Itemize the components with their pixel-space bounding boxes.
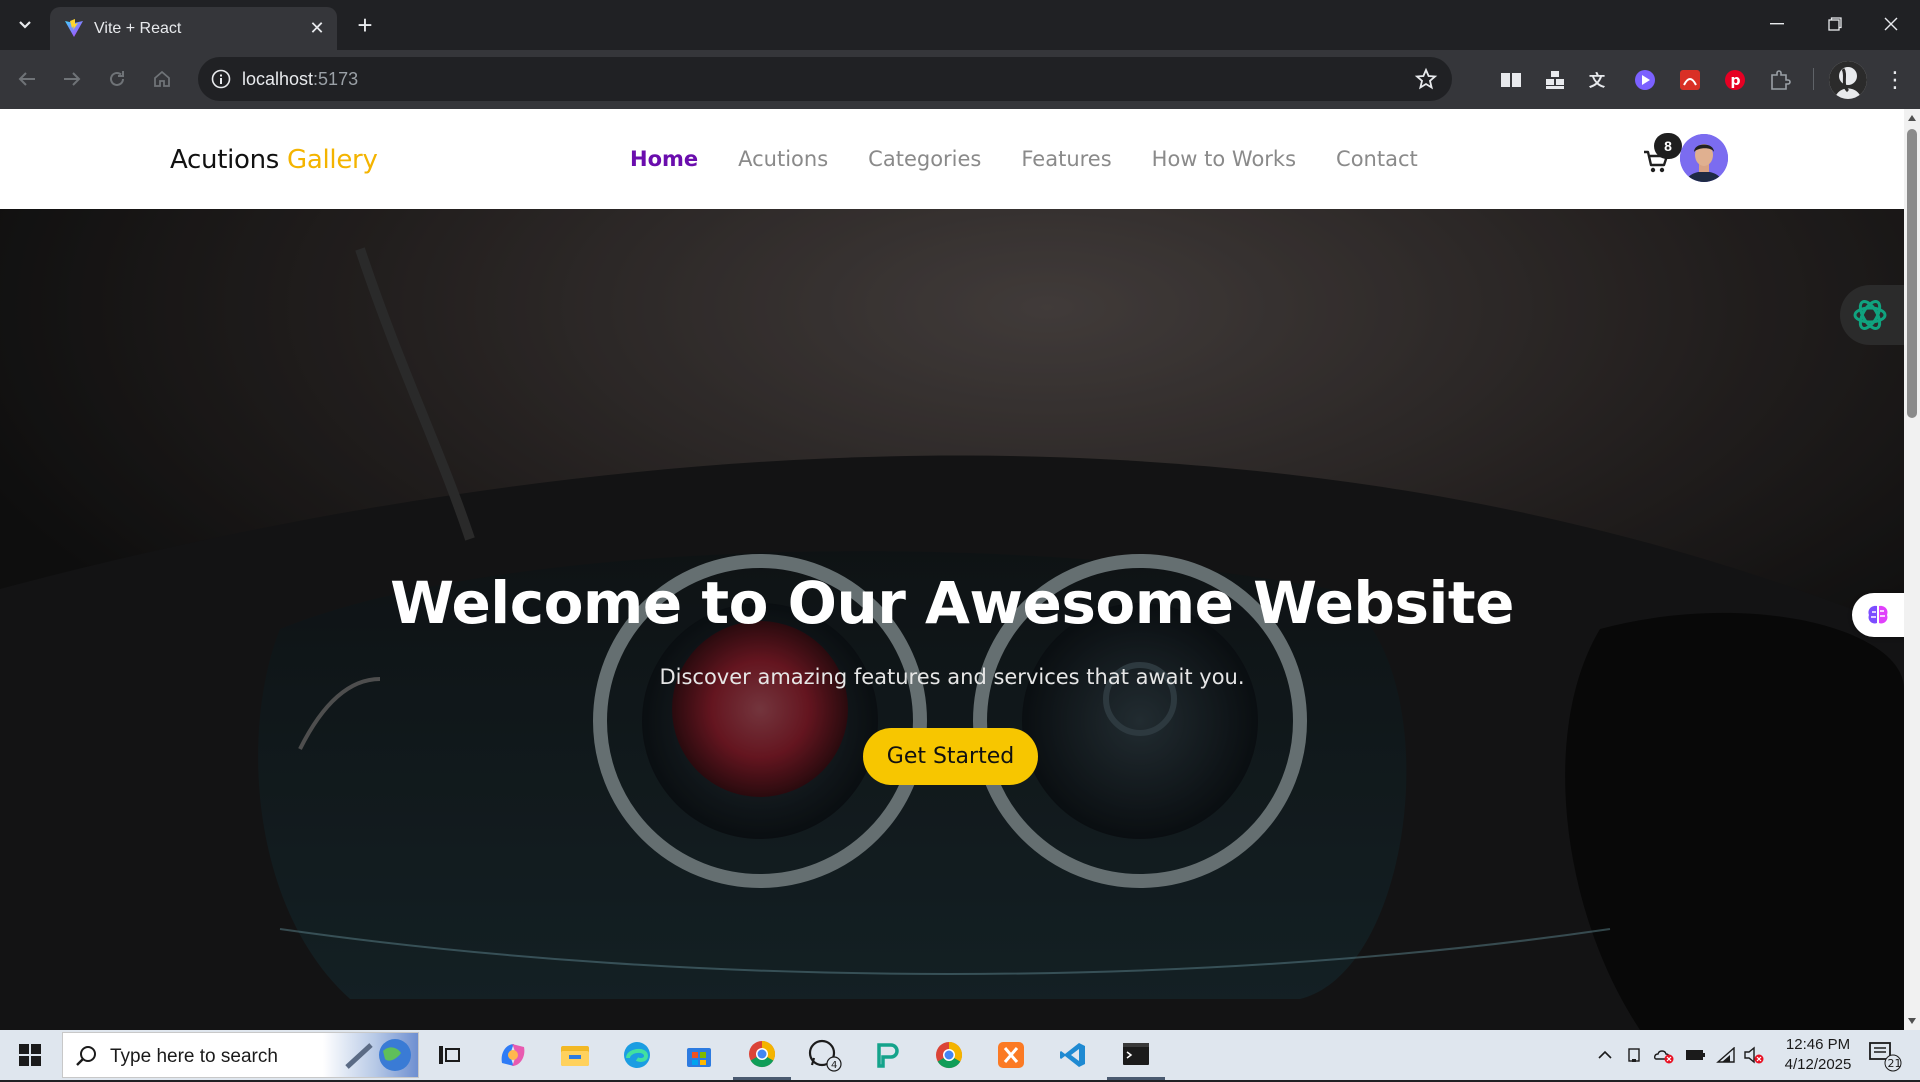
chatgpt-logo-icon [1853, 300, 1887, 330]
search-highlight-image [323, 1033, 418, 1077]
chatgpt-sidebar-widget[interactable] [1840, 285, 1904, 345]
whatsapp-icon[interactable]: 4 [796, 1030, 854, 1080]
hero-subtitle: Discover amazing features and services t… [659, 665, 1245, 689]
forward-arrow-icon[interactable] [55, 62, 89, 96]
file-explorer-icon[interactable] [546, 1030, 604, 1080]
translate-extension-icon[interactable]: 文 [1584, 64, 1616, 96]
nav-link-how-to-works[interactable]: How to Works [1152, 147, 1296, 171]
nav-link-categories[interactable]: Categories [868, 147, 981, 171]
edge-browser-icon[interactable] [608, 1030, 666, 1080]
new-tab-plus-icon[interactable]: + [350, 10, 380, 40]
clock-date: 4/12/2025 [1784, 1056, 1852, 1073]
site-navbar: Acutions Gallery Home Acutions Categorie… [0, 109, 1904, 209]
svg-text:p: p [1731, 73, 1741, 89]
brain-extension-widget[interactable] [1852, 593, 1904, 637]
microsoft-store-icon[interactable] [670, 1030, 728, 1080]
nav-link-features[interactable]: Features [1021, 147, 1111, 171]
nav-link-contact[interactable]: Contact [1336, 147, 1418, 171]
nav-link-home[interactable]: Home [630, 147, 698, 171]
nav-links: Home Acutions Categories Features How to… [630, 147, 1458, 171]
hero-title: Welcome to Our Awesome Website [390, 569, 1514, 637]
clock-time: 12:46 PM [1785, 1036, 1851, 1053]
pdf-extension-icon[interactable] [1674, 64, 1706, 96]
back-arrow-icon[interactable] [10, 62, 44, 96]
notification-center-icon[interactable]: 21 [1864, 1038, 1904, 1072]
reading-mode-icon[interactable] [1495, 64, 1527, 96]
page-viewport: Acutions Gallery Home Acutions Categorie… [0, 109, 1904, 1030]
pinterest-extension-icon[interactable]: p [1719, 64, 1751, 96]
chrome-profile-icon[interactable] [920, 1030, 978, 1080]
address-bar[interactable]: localhost:5173 [198, 57, 1452, 101]
pycharm-icon[interactable] [858, 1030, 916, 1080]
page-scrollbar[interactable] [1904, 109, 1920, 1030]
search-icon [76, 1046, 96, 1066]
task-view-icon[interactable] [420, 1030, 478, 1080]
notification-count: 21 [1888, 1057, 1902, 1070]
restore-icon[interactable] [1806, 0, 1864, 48]
site-logo[interactable]: Acutions Gallery [170, 145, 378, 175]
browser-toolbar: localhost:5173 文 p ⋮ [0, 50, 1920, 109]
taskbar-clock[interactable]: 12:46 PM 4/12/2025 [1768, 1035, 1868, 1075]
get-started-button[interactable]: Get Started [863, 728, 1038, 785]
taskbar-search-input[interactable]: Type here to search [62, 1032, 419, 1078]
extensions-puzzle-icon[interactable] [1764, 64, 1796, 96]
extension-stack-icon[interactable] [1539, 64, 1571, 96]
meet-now-icon[interactable] [1622, 1030, 1648, 1080]
nav-link-acutions[interactable]: Acutions [738, 147, 828, 171]
show-hidden-icons-chevron-icon[interactable] [1592, 1030, 1618, 1080]
wifi-icon[interactable] [1712, 1030, 1740, 1080]
onedrive-error-icon[interactable] [1650, 1030, 1678, 1080]
cart-count-badge: 8 [1654, 133, 1682, 159]
play-extension-icon[interactable] [1629, 64, 1661, 96]
toolbar-divider [1813, 68, 1814, 90]
brand-accent: Gallery [287, 145, 378, 175]
windows-taskbar: Type here to search 4 12:46 PM 4/12/2025… [0, 1030, 1920, 1080]
scroll-thumb[interactable] [1907, 129, 1917, 418]
brand-main: Acutions [170, 145, 280, 175]
volume-muted-icon[interactable] [1740, 1030, 1768, 1080]
xampp-icon[interactable] [982, 1030, 1040, 1080]
tab-title: Vite + React [94, 20, 182, 37]
minimize-icon[interactable] [1748, 0, 1806, 48]
hero-section: Welcome to Our Awesome Website Discover … [0, 209, 1904, 1030]
search-placeholder: Type here to search [110, 1046, 278, 1067]
browser-profile-avatar[interactable] [1829, 61, 1867, 99]
brain-icon [1868, 605, 1888, 624]
close-window-icon[interactable] [1862, 0, 1920, 48]
copilot-icon[interactable] [484, 1030, 542, 1080]
reload-icon[interactable] [100, 62, 134, 96]
battery-icon[interactable] [1682, 1030, 1710, 1080]
chrome-taskbar-icon[interactable] [733, 1030, 791, 1080]
vscode-icon[interactable] [1044, 1030, 1102, 1080]
windows-start-icon[interactable] [0, 1030, 60, 1080]
tab-search-chevron-icon[interactable] [10, 10, 40, 40]
terminal-icon[interactable] [1107, 1030, 1165, 1080]
home-icon[interactable] [145, 62, 179, 96]
address-url[interactable]: localhost:5173 [242, 69, 358, 90]
scroll-up-arrow-icon[interactable] [1908, 115, 1916, 121]
browser-menu-icon[interactable]: ⋮ [1880, 64, 1910, 96]
browser-tab-strip: Vite + React ✕ + [0, 0, 1920, 50]
svg-text:文: 文 [1589, 71, 1606, 90]
bookmark-star-icon[interactable] [1414, 67, 1438, 91]
whatsapp-badge: 4 [831, 1060, 837, 1071]
vite-favicon-icon [65, 19, 83, 37]
tab-close-icon[interactable]: ✕ [305, 16, 329, 40]
user-avatar[interactable] [1680, 134, 1728, 182]
site-info-icon[interactable] [208, 66, 234, 92]
browser-tab[interactable]: Vite + React ✕ [50, 7, 337, 50]
scroll-down-arrow-icon[interactable] [1908, 1018, 1916, 1024]
